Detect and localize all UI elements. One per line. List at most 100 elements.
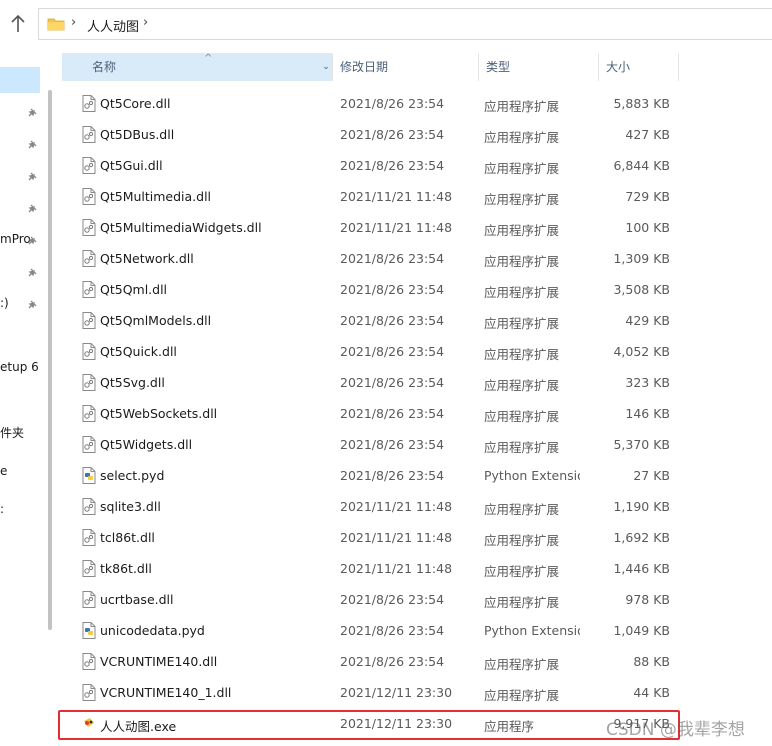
file-name: Qt5WebSockets.dll [100, 406, 218, 421]
file-type: 应用程序扩展 [484, 378, 560, 393]
file-row[interactable]: tk86t.dll 2021/11/21 11:48 应用程序扩展 1,446 KB [62, 553, 712, 584]
pin-icon[interactable] [26, 267, 38, 279]
file-size: 1,049 KB [613, 623, 670, 638]
file-type: 应用程序扩展 [484, 564, 560, 579]
pin-icon[interactable] [26, 107, 38, 119]
column-header-date[interactable]: 修改日期 [332, 53, 478, 81]
file-type: 应用程序扩展 [484, 440, 560, 455]
file-type: 应用程序扩展 [484, 223, 560, 238]
file-row[interactable]: VCRUNTIME140_1.dll 2021/12/11 23:30 应用程序扩展… [62, 677, 712, 708]
nav-item-label[interactable]: e [0, 464, 7, 478]
file-row[interactable]: Qt5QmlModels.dll 2021/8/26 23:54 应用程序扩展 429… [62, 305, 712, 336]
file-row[interactable]: VCRUNTIME140.dll 2021/8/26 23:54 应用程序扩展 88 … [62, 646, 712, 677]
file-name: Qt5QmlModels.dll [100, 313, 212, 328]
column-header-type-label: 类型 [486, 60, 511, 74]
file-type: 应用程序扩展 [484, 409, 560, 424]
file-name: sqlite3.dll [100, 499, 161, 514]
dll-icon [82, 281, 96, 298]
dll-icon [82, 219, 96, 236]
file-name: Qt5Network.dll [100, 251, 194, 266]
file-row[interactable]: Qt5Core.dll 2021/8/26 23:54 应用程序扩展 5,883 KB [62, 88, 712, 119]
file-name: select.pyd [100, 468, 165, 483]
file-name: Qt5Svg.dll [100, 375, 165, 390]
arrow-up-icon[interactable] [8, 12, 28, 36]
address-toolbar: › 人人动图 › [0, 0, 772, 50]
column-divider[interactable] [678, 53, 679, 81]
nav-item-label[interactable]: : [0, 502, 4, 516]
nav-scrollbar-thumb[interactable] [48, 90, 52, 630]
file-modified-date: 2021/11/21 11:48 [340, 561, 453, 576]
file-row[interactable]: Qt5Gui.dll 2021/8/26 23:54 应用程序扩展 6,844 KB [62, 150, 712, 181]
file-row[interactable]: Qt5Qml.dll 2021/8/26 23:54 应用程序扩展 3,508 KB [62, 274, 712, 305]
file-row[interactable]: Qt5Network.dll 2021/8/26 23:54 应用程序扩展 1,309… [62, 243, 712, 274]
file-row[interactable]: sqlite3.dll 2021/11/21 11:48 应用程序扩展 1,190 K… [62, 491, 712, 522]
file-size: 4,052 KB [613, 344, 670, 359]
chevron-down-icon[interactable]: ⌄ [320, 53, 332, 81]
dll-icon [82, 684, 96, 701]
dll-icon [82, 529, 96, 546]
file-row[interactable]: tcl86t.dll 2021/11/21 11:48 应用程序扩展 1,692 KB [62, 522, 712, 553]
nav-item-label[interactable]: :) [0, 296, 9, 310]
file-size: 146 KB [625, 406, 670, 421]
column-header-name-label: 名称 [92, 60, 117, 74]
file-modified-date: 2021/8/26 23:54 [340, 251, 445, 266]
nav-item-label[interactable]: etup 6 [0, 360, 39, 374]
pin-icon[interactable] [26, 235, 38, 247]
pin-icon[interactable] [26, 299, 38, 311]
file-size: 1,190 KB [613, 499, 670, 514]
column-header-size-label: 大小 [606, 60, 631, 74]
file-modified-date: 2021/8/26 23:54 [340, 96, 445, 111]
file-row[interactable]: Qt5Widgets.dll 2021/8/26 23:54 应用程序扩展 5,370… [62, 429, 712, 460]
python-file-icon [82, 467, 96, 484]
file-modified-date: 2021/8/26 23:54 [340, 654, 445, 669]
file-type: 应用程序扩展 [484, 99, 560, 114]
file-row[interactable]: Qt5DBus.dll 2021/8/26 23:54 应用程序扩展 427 KB [62, 119, 712, 150]
file-modified-date: 2021/8/26 23:54 [340, 344, 445, 359]
column-header-size[interactable]: 大小 [598, 53, 678, 81]
file-type: 应用程序扩展 [484, 161, 560, 176]
file-row[interactable]: select.pyd 2021/8/26 23:54 Python Extensio… [62, 460, 712, 491]
file-modified-date: 2021/8/26 23:54 [340, 468, 445, 483]
file-modified-date: 2021/8/26 23:54 [340, 282, 445, 297]
dll-icon [82, 95, 96, 112]
folder-icon [47, 18, 65, 31]
breadcrumb-separator[interactable]: › [143, 15, 148, 30]
file-size: 27 KB [633, 468, 670, 483]
dll-icon [82, 653, 96, 670]
breadcrumb-separator[interactable]: › [71, 15, 76, 30]
file-name: VCRUNTIME140.dll [100, 654, 218, 669]
file-type: 应用程序扩展 [484, 502, 560, 517]
file-type: 应用程序扩展 [484, 533, 560, 548]
file-row[interactable]: Qt5Multimedia.dll 2021/11/21 11:48 应用程序扩展 7… [62, 181, 712, 212]
file-name: VCRUNTIME140_1.dll [100, 685, 232, 700]
column-header-name[interactable]: 名称 ^ ⌄ [62, 53, 332, 81]
file-row[interactable]: Qt5MultimediaWidgets.dll 2021/11/21 11:48… [62, 212, 712, 243]
file-row[interactable]: Qt5Svg.dll 2021/8/26 23:54 应用程序扩展 323 KB [62, 367, 712, 398]
pin-icon[interactable] [26, 139, 38, 151]
file-name: Qt5Quick.dll [100, 344, 177, 359]
nav-item-selected[interactable] [0, 67, 40, 93]
file-row[interactable]: Qt5Quick.dll 2021/8/26 23:54 应用程序扩展 4,052 K… [62, 336, 712, 367]
nav-item-label[interactable]: 件夹 [0, 424, 24, 441]
file-row[interactable]: unicodedata.pyd 2021/8/26 23:54 Python Ext… [62, 615, 712, 646]
file-name: Qt5MultimediaWidgets.dll [100, 220, 262, 235]
file-size: 1,309 KB [613, 251, 670, 266]
dll-icon [82, 591, 96, 608]
file-name: tk86t.dll [100, 561, 152, 576]
file-row[interactable]: Qt5WebSockets.dll 2021/8/26 23:54 应用程序扩展 14… [62, 398, 712, 429]
file-type: 应用程序扩展 [484, 130, 560, 145]
dll-icon [82, 405, 96, 422]
column-header-type[interactable]: 类型 [478, 53, 598, 81]
address-bar[interactable]: › 人人动图 › [38, 8, 772, 40]
breadcrumb-current-folder[interactable]: 人人动图 [87, 16, 139, 35]
file-type: 应用程序扩展 [484, 347, 560, 362]
file-name: Qt5DBus.dll [100, 127, 175, 142]
pin-icon[interactable] [26, 171, 38, 183]
file-type: 应用程序扩展 [484, 316, 560, 331]
dll-icon [82, 126, 96, 143]
pin-icon[interactable] [26, 203, 38, 215]
file-row[interactable]: ucrtbase.dll 2021/8/26 23:54 应用程序扩展 978 KB [62, 584, 712, 615]
file-name: unicodedata.pyd [100, 623, 205, 638]
watermark-text: CSDN @我辈李想 [606, 720, 745, 740]
dll-icon [82, 157, 96, 174]
